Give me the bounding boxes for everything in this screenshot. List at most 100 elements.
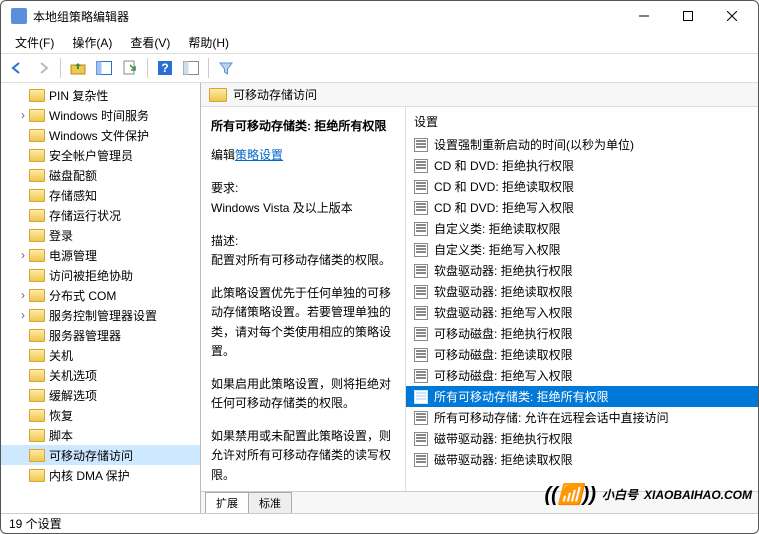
tree-item-label: 服务器管理器	[49, 327, 121, 344]
forward-button[interactable]	[31, 56, 55, 80]
list-item[interactable]: 磁带驱动器: 拒绝执行权限	[406, 428, 758, 449]
minimize-button[interactable]	[622, 2, 666, 30]
tree-item[interactable]: PIN 复杂性	[1, 85, 200, 105]
tree-item-label: 存储感知	[49, 187, 97, 204]
expand-icon[interactable]: ›	[17, 308, 29, 322]
tab-standard[interactable]: 标准	[248, 492, 292, 513]
policy-icon	[414, 222, 428, 236]
list-item-label: CD 和 DVD: 拒绝读取权限	[434, 178, 574, 195]
list-item[interactable]: 设置强制重新启动的时间(以秒为单位)	[406, 134, 758, 155]
tree-item[interactable]: 服务器管理器	[1, 325, 200, 345]
description-para: 如果禁用或未配置此策略设置，则允许对所有可移动存储类的读写权限。	[211, 427, 395, 485]
list-item[interactable]: 磁带驱动器: 拒绝读取权限	[406, 449, 758, 470]
tree-item[interactable]: › Windows 时间服务	[1, 105, 200, 125]
menu-help[interactable]: 帮助(H)	[180, 32, 237, 53]
policy-icon	[414, 138, 428, 152]
tree-item-label: 关机	[49, 347, 73, 364]
tree-item[interactable]: 存储感知	[1, 185, 200, 205]
tree-item-label: 关机选项	[49, 367, 97, 384]
policy-icon	[414, 201, 428, 215]
export-list-button[interactable]	[118, 56, 142, 80]
folder-icon	[29, 129, 45, 142]
maximize-button[interactable]	[666, 2, 710, 30]
tree-item[interactable]: 恢复	[1, 405, 200, 425]
tree-item-label: 安全帐户管理员	[49, 147, 133, 164]
tree-item-label: 电源管理	[49, 247, 97, 264]
list-item[interactable]: 所有可移动存储: 允许在远程会话中直接访问	[406, 407, 758, 428]
policy-icon	[414, 285, 428, 299]
list-item[interactable]: 软盘驱动器: 拒绝写入权限	[406, 302, 758, 323]
folder-icon	[29, 449, 45, 462]
expand-icon[interactable]: ›	[17, 288, 29, 302]
folder-icon	[29, 249, 45, 262]
list-item[interactable]: 可移动磁盘: 拒绝读取权限	[406, 344, 758, 365]
filter-button[interactable]	[214, 56, 238, 80]
list-item[interactable]: CD 和 DVD: 拒绝读取权限	[406, 176, 758, 197]
tree-item[interactable]: 关机	[1, 345, 200, 365]
nav-tree[interactable]: PIN 复杂性 › Windows 时间服务Windows 文件保护安全帐户管理员磁…	[1, 83, 201, 513]
tab-extended[interactable]: 扩展	[205, 492, 249, 513]
list-item-label: 设置强制重新启动的时间(以秒为单位)	[434, 136, 634, 153]
menu-view[interactable]: 查看(V)	[122, 32, 178, 53]
tree-item-label: 访问被拒绝协助	[49, 267, 133, 284]
toolbar-separator	[208, 58, 209, 78]
list-item[interactable]: 可移动磁盘: 拒绝执行权限	[406, 323, 758, 344]
edit-row: 编辑策略设置	[211, 146, 395, 165]
tree-item[interactable]: 内核 DMA 保护	[1, 465, 200, 485]
tree-item[interactable]: 可移动存储访问	[1, 445, 200, 465]
close-button[interactable]	[710, 2, 754, 30]
tree-item[interactable]: 访问被拒绝协助	[1, 265, 200, 285]
tree-item-label: 分布式 COM	[49, 287, 116, 304]
list-item[interactable]: 所有可移动存储类: 拒绝所有权限	[406, 386, 758, 407]
tree-item[interactable]: ›服务控制管理器设置	[1, 305, 200, 325]
tree-item[interactable]: › 电源管理	[1, 245, 200, 265]
tree-item[interactable]: 关机选项	[1, 365, 200, 385]
list-item[interactable]: 软盘驱动器: 拒绝执行权限	[406, 260, 758, 281]
menu-action[interactable]: 操作(A)	[64, 32, 120, 53]
list-item[interactable]: CD 和 DVD: 拒绝执行权限	[406, 155, 758, 176]
menu-file[interactable]: 文件(F)	[7, 32, 62, 53]
tree-item[interactable]: › 分布式 COM	[1, 285, 200, 305]
policy-icon	[414, 159, 428, 173]
list-item[interactable]: 自定义类: 拒绝读取权限	[406, 218, 758, 239]
tree-item[interactable]: 存储运行状况	[1, 205, 200, 225]
svg-text:?: ?	[161, 61, 168, 75]
app-window: 本地组策略编辑器 文件(F) 操作(A) 查看(V) 帮助(H) ? PIN 复…	[0, 0, 759, 534]
toolbar-separator	[147, 58, 148, 78]
list-item[interactable]: 可移动磁盘: 拒绝写入权限	[406, 365, 758, 386]
right-pane: 可移动存储访问 所有可移动存储类: 拒绝所有权限 编辑策略设置 要求: Wind…	[201, 83, 758, 513]
up-button[interactable]	[66, 56, 90, 80]
tree-item[interactable]: 安全帐户管理员	[1, 145, 200, 165]
policy-icon	[414, 306, 428, 320]
policy-icon	[414, 180, 428, 194]
edit-policy-link[interactable]: 策略设置	[235, 148, 283, 162]
list-item[interactable]: CD 和 DVD: 拒绝写入权限	[406, 197, 758, 218]
back-button[interactable]	[5, 56, 29, 80]
description-para: 如果启用此策略设置，则将拒绝对任何可移动存储类的权限。	[211, 375, 395, 413]
folder-icon	[29, 269, 45, 282]
help-button[interactable]: ?	[153, 56, 177, 80]
settings-list[interactable]: 设置 设置强制重新启动的时间(以秒为单位)CD 和 DVD: 拒绝执行权限CD …	[406, 107, 758, 491]
expand-icon[interactable]: ›	[17, 248, 29, 262]
tree-item[interactable]: 磁盘配额	[1, 165, 200, 185]
list-item-label: 磁带驱动器: 拒绝执行权限	[434, 430, 573, 447]
folder-icon	[209, 88, 227, 102]
tree-item[interactable]: 脚本	[1, 425, 200, 445]
list-item-label: CD 和 DVD: 拒绝写入权限	[434, 199, 574, 216]
folder-icon	[29, 309, 45, 322]
tree-item[interactable]: Windows 文件保护	[1, 125, 200, 145]
titlebar: 本地组策略编辑器	[1, 1, 758, 31]
expand-icon[interactable]: ›	[17, 108, 29, 122]
properties-button[interactable]	[179, 56, 203, 80]
list-item-label: 可移动磁盘: 拒绝读取权限	[434, 346, 573, 363]
list-item[interactable]: 自定义类: 拒绝写入权限	[406, 239, 758, 260]
tree-item[interactable]: 登录	[1, 225, 200, 245]
tree-item-label: Windows 时间服务	[49, 107, 149, 124]
folder-icon	[29, 409, 45, 422]
app-icon	[11, 8, 27, 24]
tree-item[interactable]: 缓解选项	[1, 385, 200, 405]
show-hide-tree-button[interactable]	[92, 56, 116, 80]
list-item[interactable]: 软盘驱动器: 拒绝读取权限	[406, 281, 758, 302]
tree-item-label: 登录	[49, 227, 73, 244]
list-item-label: 所有可移动存储类: 拒绝所有权限	[434, 388, 609, 405]
